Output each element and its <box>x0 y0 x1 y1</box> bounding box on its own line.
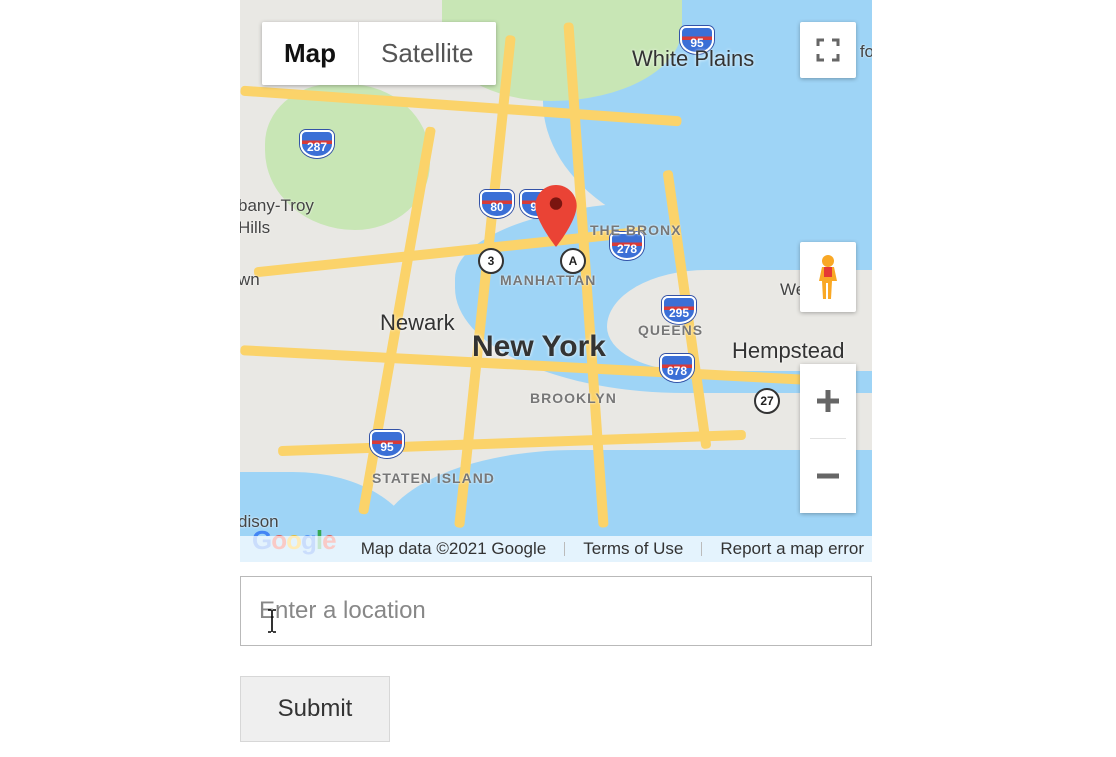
streetview-pegman-button[interactable] <box>800 242 856 312</box>
city-label-wn: wn <box>240 270 260 290</box>
interstate-shield: 678 <box>660 354 694 382</box>
pegman-icon <box>813 253 843 301</box>
zoom-in-button[interactable] <box>800 364 856 438</box>
map-attribution: Map data ©2021 Google <box>361 539 547 559</box>
city-label-fo: fo <box>860 42 872 62</box>
map-type-satellite-button[interactable]: Satellite <box>359 22 496 85</box>
route-shield: 3 <box>478 248 504 274</box>
map-footer: Map data ©2021 Google Terms of Use Repor… <box>240 536 872 562</box>
separator <box>701 542 702 556</box>
map-location-widget: 287 95 80 95 278 295 678 95 3 A 27 New Y… <box>240 0 872 742</box>
fullscreen-icon <box>815 37 841 63</box>
city-label-hills: Hills <box>240 218 270 238</box>
report-error-link[interactable]: Report a map error <box>720 539 864 559</box>
city-label-newark: Newark <box>380 310 455 336</box>
hood-staten: STATEN ISLAND <box>372 470 495 486</box>
city-label-newyork: New York <box>472 330 606 364</box>
hood-manhattan: MANHATTAN <box>500 272 596 288</box>
route-shield: A <box>560 248 586 274</box>
hood-bronx: THE BRONX <box>590 222 681 238</box>
plus-icon <box>813 386 843 416</box>
terms-link[interactable]: Terms of Use <box>583 539 683 559</box>
minus-icon <box>813 461 843 491</box>
interstate-shield: 295 <box>662 296 696 324</box>
hood-queens: QUEENS <box>638 322 703 338</box>
separator <box>564 542 565 556</box>
city-label-hempstead: Hempstead <box>732 338 845 364</box>
interstate-shield: 95 <box>370 430 404 458</box>
hood-brooklyn: BROOKLYN <box>530 390 617 406</box>
map-canvas[interactable]: 287 95 80 95 278 295 678 95 3 A 27 New Y… <box>240 0 872 562</box>
route-shield: 27 <box>754 388 780 414</box>
interstate-shield: 80 <box>480 190 514 218</box>
city-label-whiteplains: White Plains <box>632 46 754 72</box>
location-input[interactable] <box>240 576 872 646</box>
zoom-out-button[interactable] <box>800 439 856 513</box>
map-type-control: Map Satellite <box>262 22 496 85</box>
interstate-shield: 287 <box>300 130 334 158</box>
submit-button[interactable]: Submit <box>240 676 390 742</box>
city-label-banytroy: bany-Troy <box>240 196 314 216</box>
zoom-control <box>800 364 856 513</box>
map-marker-icon[interactable] <box>535 185 577 247</box>
map-type-map-button[interactable]: Map <box>262 22 358 85</box>
fullscreen-button[interactable] <box>800 22 856 78</box>
